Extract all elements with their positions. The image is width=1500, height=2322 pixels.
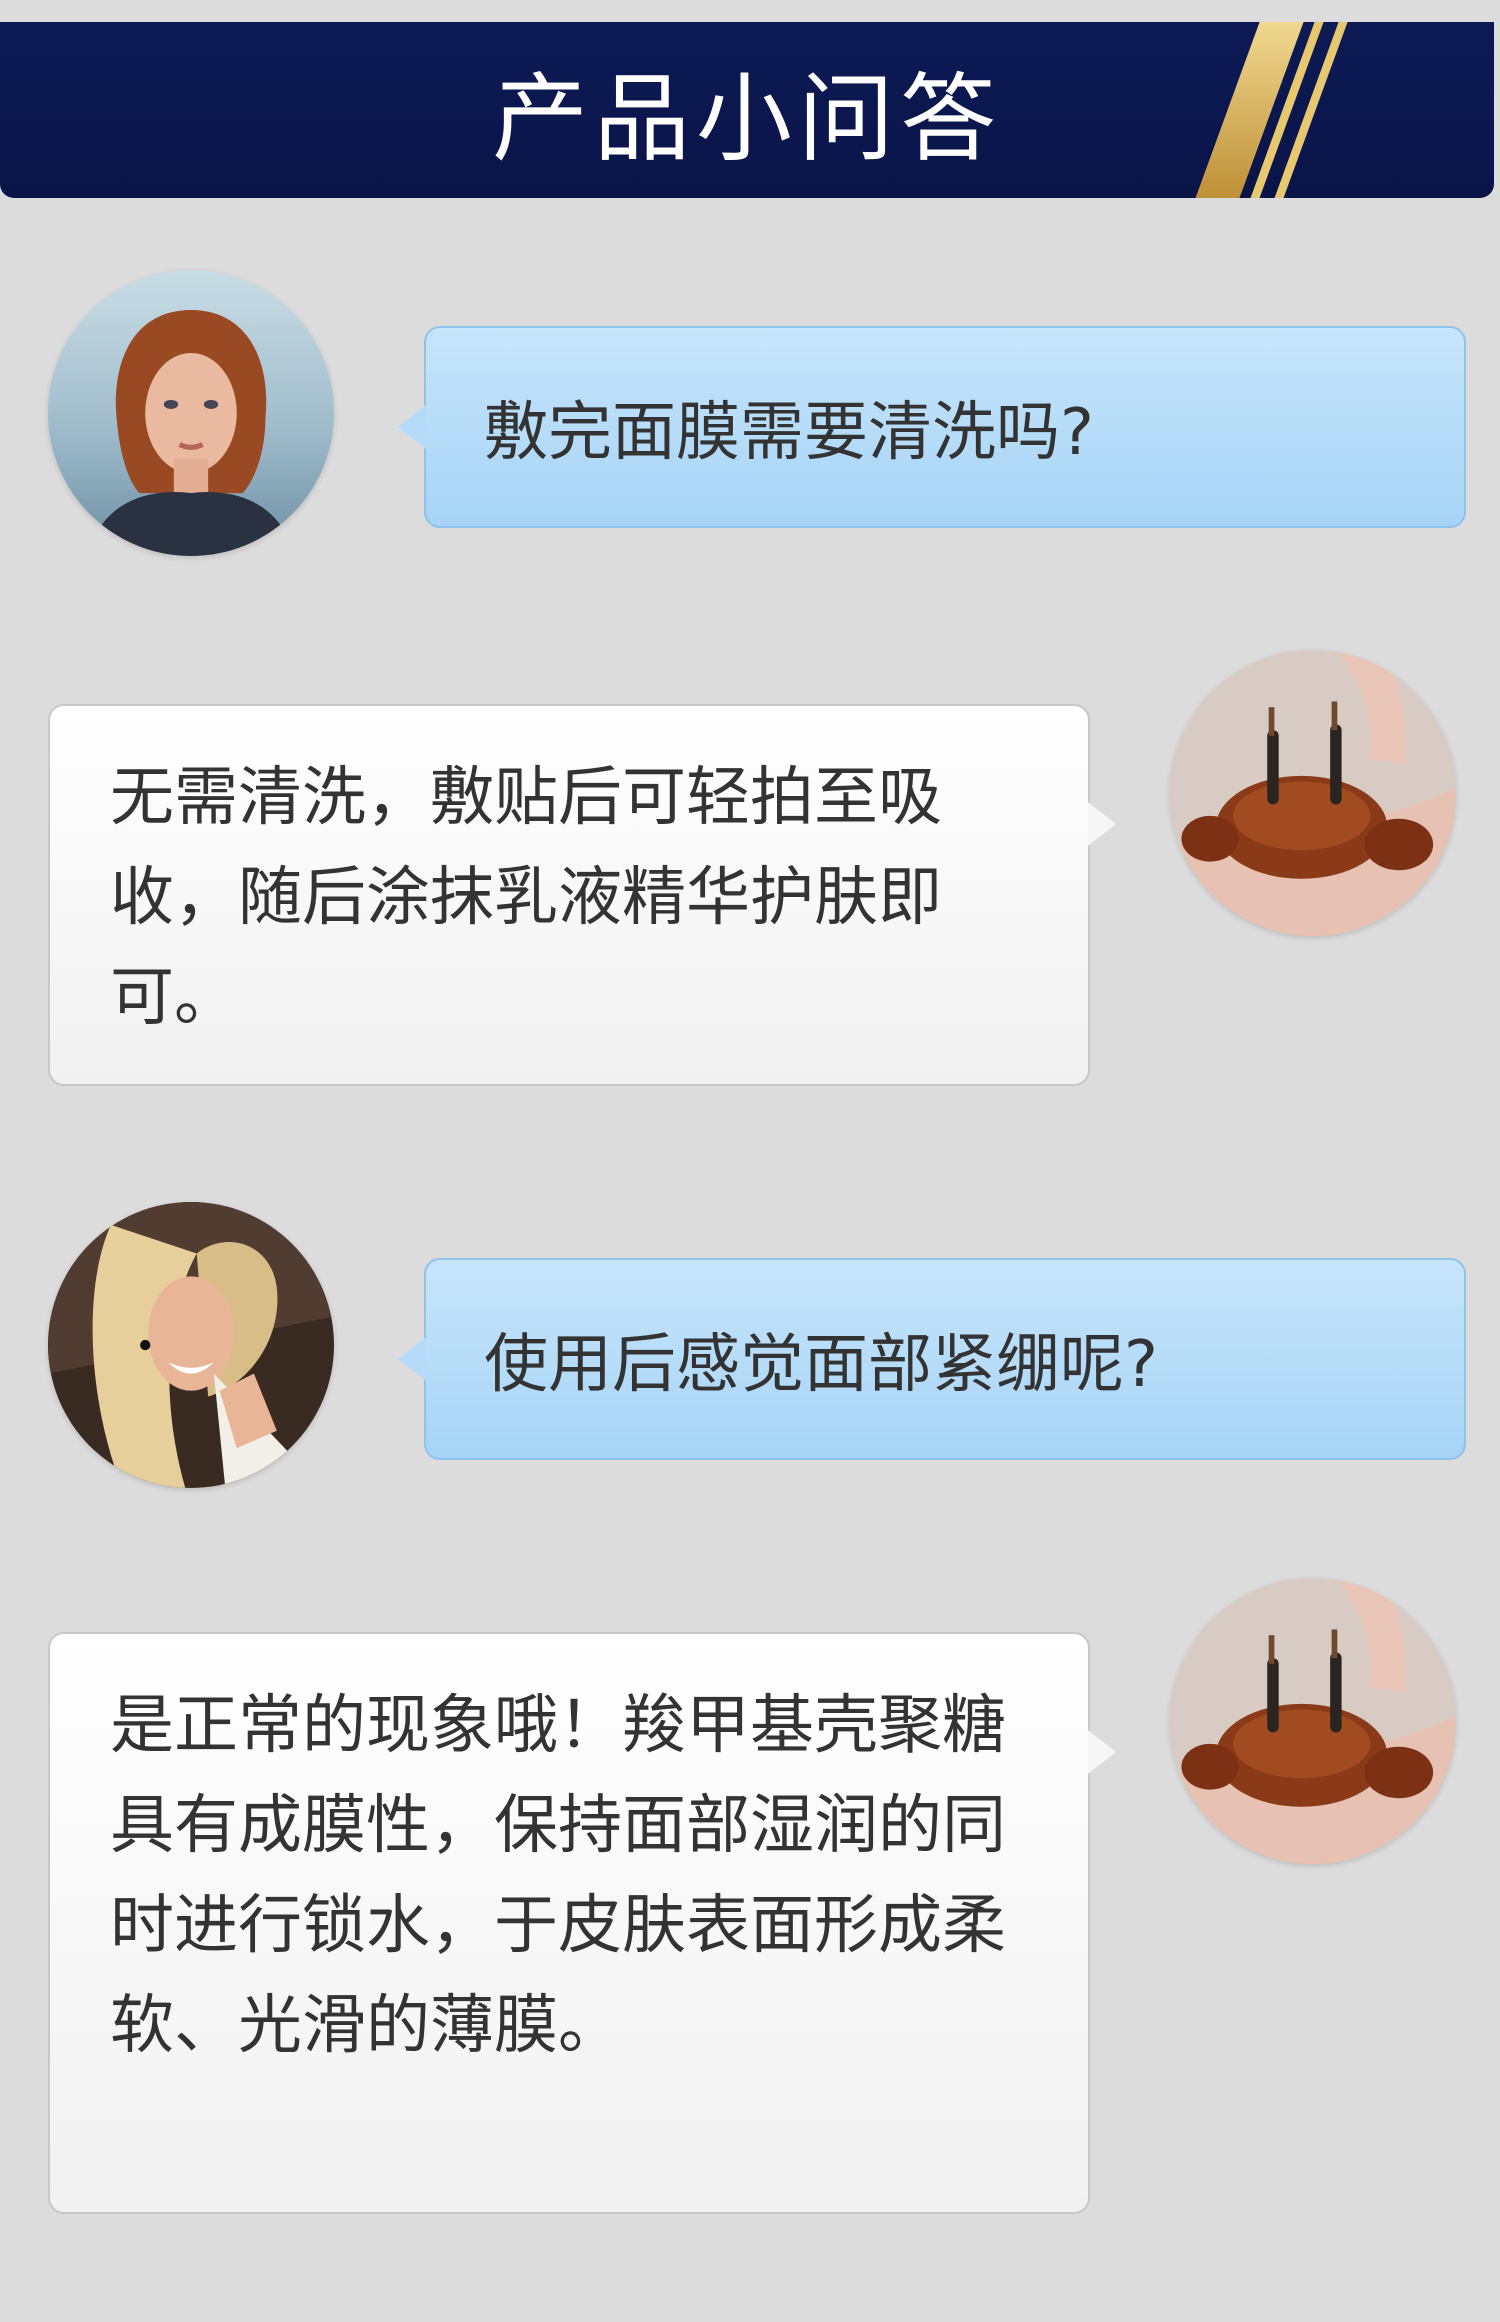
answer-text: 无需清洗，敷贴后可轻拍至吸收，随后涂抹乳液精华护肤即可。 xyxy=(110,761,942,1035)
bubble-tail xyxy=(1088,802,1116,846)
bubble-tail xyxy=(398,1337,426,1381)
woman-blonde-avatar xyxy=(48,1202,334,1488)
crab-avatar xyxy=(1170,1578,1456,1864)
answer-bubble: 无需清洗，敷贴后可轻拍至吸收，随后涂抹乳液精华护肤即可。 xyxy=(48,704,1116,1086)
bubble-tail xyxy=(398,405,426,449)
page-title: 产品小问答 xyxy=(492,62,1002,175)
question-bubble: 使用后感觉面部紧绷呢? xyxy=(398,1258,1466,1460)
question-text: 敷完面膜需要清洗吗? xyxy=(484,396,1094,470)
crab-avatar xyxy=(1170,650,1456,936)
woman-redhead-avatar xyxy=(48,270,334,556)
answer-text: 是正常的现象哦！羧甲基壳聚糖具有成膜性，保持面部湿润的同时进行锁水，于皮肤表面形… xyxy=(110,1689,1006,2063)
answer-bubble: 是正常的现象哦！羧甲基壳聚糖具有成膜性，保持面部湿润的同时进行锁水，于皮肤表面形… xyxy=(48,1632,1116,2214)
bubble-tail xyxy=(1088,1730,1116,1774)
header-banner: 产品小问答 xyxy=(0,22,1494,198)
question-text: 使用后感觉面部紧绷呢? xyxy=(484,1328,1158,1402)
question-bubble: 敷完面膜需要清洗吗? xyxy=(398,326,1466,528)
